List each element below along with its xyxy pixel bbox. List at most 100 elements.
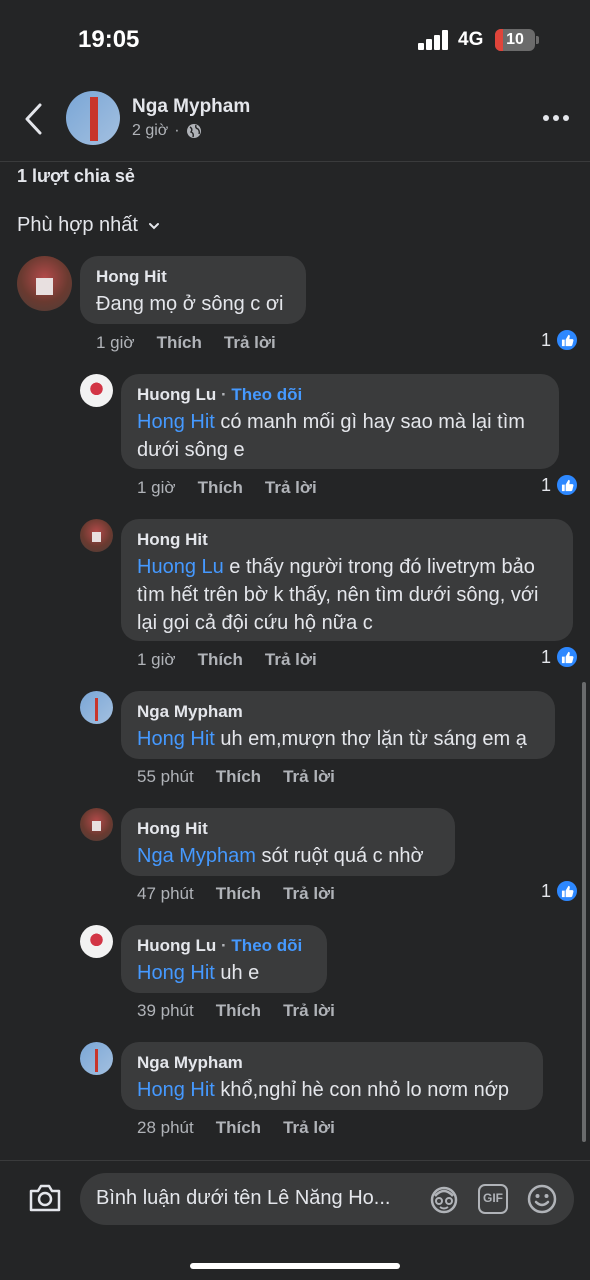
reply-button[interactable]: Trả lời xyxy=(283,767,335,787)
comment-avatar[interactable] xyxy=(17,256,72,311)
author-name[interactable]: Nga Mypham xyxy=(132,96,250,118)
post-header: Nga Mypham 2 giờ · xyxy=(0,84,590,162)
comment-author[interactable]: Huong Lu xyxy=(137,385,216,404)
mention-link[interactable]: Huong Lu xyxy=(137,556,224,578)
mention-link[interactable]: Hong Hit xyxy=(137,1079,215,1101)
comment-bubble: Hong Hit Nga Mypham sót ruột quá c nhờ xyxy=(121,808,455,876)
like-icon xyxy=(555,879,580,903)
comment-actions: 1 giờ Thích Trả lời xyxy=(137,478,339,498)
comment-author[interactable]: Hong Hit xyxy=(137,529,557,551)
like-count-value: 1 xyxy=(541,646,552,667)
comment-body: uh e xyxy=(214,962,260,984)
status-time: 19:05 xyxy=(78,26,140,53)
comment-actions: 28 phút Thích Trả lời xyxy=(137,1118,357,1138)
comment-actions: 1 giờ Thích Trả lời xyxy=(137,650,339,670)
globe-icon xyxy=(186,124,201,138)
battery-icon: 10 xyxy=(495,29,535,51)
post-meta: 2 giờ · xyxy=(132,122,202,140)
comment-author[interactable]: Nga Mypham xyxy=(137,701,539,723)
sort-dropdown[interactable]: Phù hợp nhất xyxy=(17,214,160,237)
like-button[interactable]: Thích xyxy=(216,1001,261,1021)
comment-bubble: Hong Hit Huong Lu e thấy người trong đó … xyxy=(121,519,573,641)
network-type: 4G xyxy=(458,29,484,50)
comment-avatar[interactable] xyxy=(80,519,113,552)
like-button[interactable]: Thích xyxy=(157,333,202,353)
mention-link[interactable]: Hong Hit xyxy=(137,728,215,750)
follow-button[interactable]: Theo dõi xyxy=(231,385,302,404)
comment-author[interactable]: Huong Lu xyxy=(137,936,216,955)
comment-time: 39 phút xyxy=(137,1001,194,1020)
comment-text: Hong Hit có manh mối gì hay sao mà lại t… xyxy=(137,408,543,464)
reply-button[interactable]: Trả lời xyxy=(283,884,335,904)
comment-avatar[interactable] xyxy=(80,374,113,407)
comment-body: uh em,mượn thợ lặn từ sáng em ạ xyxy=(214,728,527,750)
like-button[interactable]: Thích xyxy=(216,1118,261,1138)
comment-text: Nga Mypham sót ruột quá c nhờ xyxy=(137,842,439,870)
comment-input-placeholder: Bình luận dưới tên Lê Năng Ho... xyxy=(96,1187,391,1209)
meta-separator: · xyxy=(174,122,180,139)
battery-level: 10 xyxy=(506,31,524,48)
comment-avatar[interactable] xyxy=(80,691,113,724)
comment-bubble: Nga Mypham Hong Hit khổ,nghỉ hè con nhỏ … xyxy=(121,1042,543,1110)
comment-bubble: Huong Lu · Theo dõi Hong Hit uh e xyxy=(121,925,327,993)
comment-actions: 1 giờ Thích Trả lời xyxy=(96,333,298,353)
like-button[interactable]: Thích xyxy=(198,478,243,498)
like-count-value: 1 xyxy=(541,474,552,495)
comment-text: Huong Lu e thấy người trong đó livetrym … xyxy=(137,553,557,637)
emoji-icon[interactable] xyxy=(526,1183,558,1215)
comment-time: 47 phút xyxy=(137,884,194,903)
like-icon xyxy=(555,645,580,669)
comment-avatar[interactable] xyxy=(80,1042,113,1075)
like-count-value: 1 xyxy=(541,329,552,350)
like-button[interactable]: Thích xyxy=(216,767,261,787)
back-icon[interactable] xyxy=(22,102,46,136)
scrollbar[interactable] xyxy=(582,682,586,1142)
comment-text: Hong Hit uh e xyxy=(137,959,311,987)
follow-button[interactable]: Theo dõi xyxy=(231,936,302,955)
comment-time: 28 phút xyxy=(137,1118,194,1137)
mention-link[interactable]: Nga Mypham xyxy=(137,845,256,867)
comment-actions: 47 phút Thích Trả lời xyxy=(137,884,357,904)
like-button[interactable]: Thích xyxy=(198,650,243,670)
sort-label: Phù hợp nhất xyxy=(17,214,138,236)
comment-time: 55 phút xyxy=(137,767,194,786)
avatar-sticker-icon[interactable] xyxy=(428,1184,460,1214)
comment-time: 1 giờ xyxy=(137,478,176,497)
comment-avatar[interactable] xyxy=(80,925,113,958)
mention-link[interactable]: Hong Hit xyxy=(137,962,215,984)
gif-icon[interactable]: GIF xyxy=(478,1184,508,1214)
post-time: 2 giờ xyxy=(132,122,169,139)
comment-text: Hong Hit uh em,mượn thợ lặn từ sáng em ạ xyxy=(137,725,539,753)
like-count[interactable]: 1 xyxy=(541,879,580,903)
like-count-value: 1 xyxy=(541,880,552,901)
author-avatar[interactable] xyxy=(66,91,120,145)
reply-button[interactable]: Trả lời xyxy=(265,650,317,670)
reply-button[interactable]: Trả lời xyxy=(265,478,317,498)
comment-composer: Bình luận dưới tên Lê Năng Ho... GIF xyxy=(0,1160,590,1280)
like-icon xyxy=(555,328,580,352)
comment-bubble: Huong Lu · Theo dõi Hong Hit có manh mối… xyxy=(121,374,559,469)
comment-author[interactable]: Hong Hit xyxy=(137,818,439,840)
like-count[interactable]: 1 xyxy=(541,473,580,497)
camera-icon[interactable] xyxy=(28,1183,62,1213)
comment-input[interactable]: Bình luận dưới tên Lê Năng Ho... GIF xyxy=(80,1173,574,1225)
comment-avatar[interactable] xyxy=(80,808,113,841)
reply-button[interactable]: Trả lời xyxy=(283,1118,335,1138)
like-count[interactable]: 1 xyxy=(541,645,580,669)
battery-tip xyxy=(536,36,539,44)
comment-author[interactable]: Hong Hit xyxy=(96,266,290,288)
mention-link[interactable]: Hong Hit xyxy=(137,411,215,433)
like-count[interactable]: 1 xyxy=(541,328,580,352)
comment-author[interactable]: Nga Mypham xyxy=(137,1052,527,1074)
like-button[interactable]: Thích xyxy=(216,884,261,904)
comment-time: 1 giờ xyxy=(96,333,135,352)
more-icon[interactable] xyxy=(542,108,570,128)
comment-actions: 39 phút Thích Trả lời xyxy=(137,1001,357,1021)
comment-text: Hong Hit khổ,nghỉ hè con nhỏ lo nơm nớp xyxy=(137,1076,527,1104)
reply-button[interactable]: Trả lời xyxy=(224,333,276,353)
home-indicator xyxy=(190,1263,400,1269)
signal-icon xyxy=(418,30,450,50)
share-count[interactable]: 1 lượt chia sẻ xyxy=(17,166,135,187)
like-icon xyxy=(555,473,580,497)
reply-button[interactable]: Trả lời xyxy=(283,1001,335,1021)
